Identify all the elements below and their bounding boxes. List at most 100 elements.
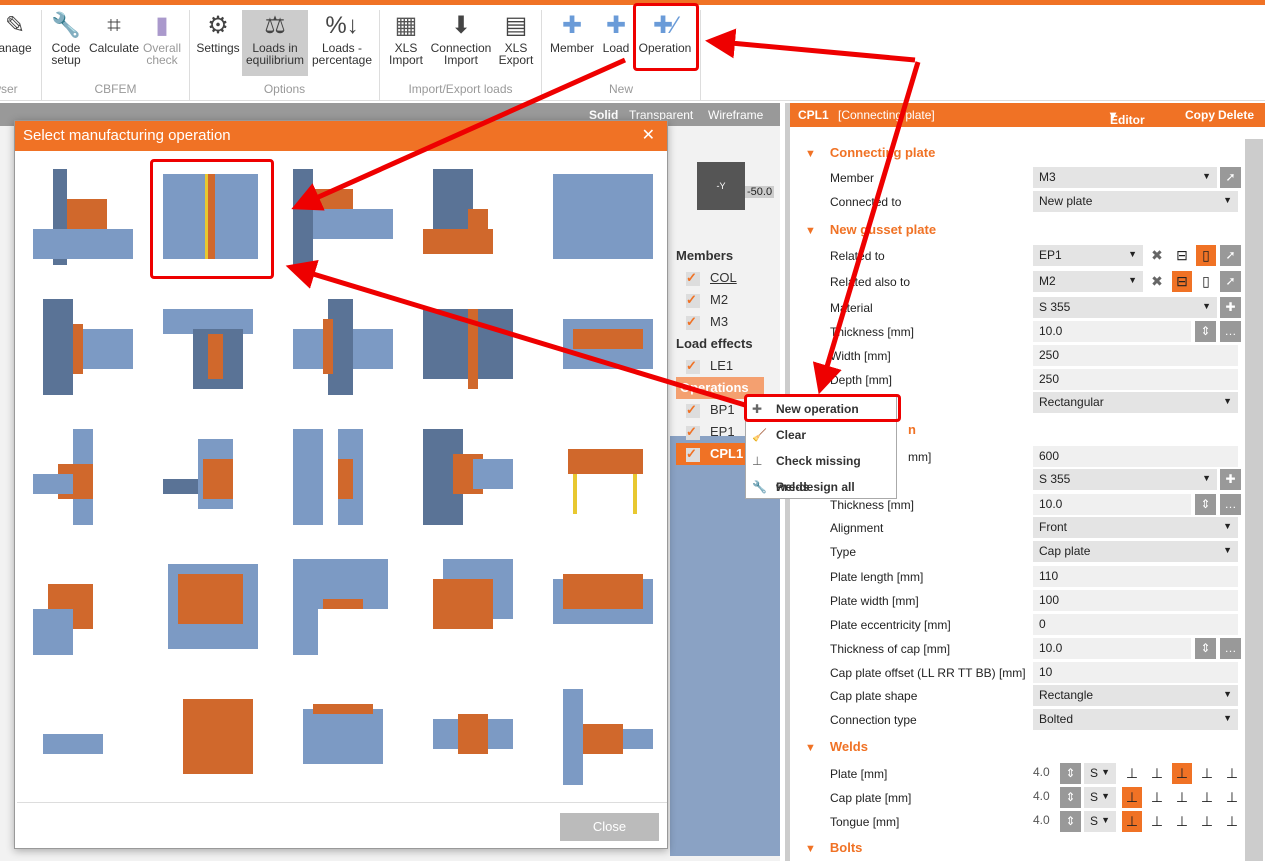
add-material-icon[interactable]: ✚: [1220, 297, 1241, 318]
plate_ecc-field[interactable]: 0: [1033, 614, 1238, 635]
cap_shape-field[interactable]: Rectangle: [1033, 685, 1238, 706]
spinner[interactable]: ⇕: [1195, 494, 1216, 515]
operation-tile[interactable]: [163, 299, 263, 395]
spinner[interactable]: ⇕: [1060, 787, 1081, 808]
connected-field[interactable]: New plate: [1033, 191, 1238, 212]
weld-size[interactable]: 4.0: [1033, 765, 1050, 779]
operation-tile[interactable]: [293, 169, 393, 265]
checkbox[interactable]: ✓: [686, 447, 700, 462]
related_also-field[interactable]: M2: [1033, 271, 1143, 292]
section-connecting[interactable]: ▼ Connecting plate: [805, 145, 935, 160]
face-icon[interactable]: ▯: [1196, 245, 1216, 266]
tree-item-col[interactable]: ✓ COL: [676, 267, 776, 289]
length-field[interactable]: 600: [1033, 446, 1238, 467]
weld-shape-icon[interactable]: ⊥: [1222, 811, 1242, 832]
operation-tile[interactable]: [293, 689, 393, 785]
weld-type-dropdown[interactable]: S: [1084, 763, 1116, 784]
weld-shape-icon[interactable]: ⊥: [1147, 787, 1167, 808]
weld-type-dropdown[interactable]: S: [1084, 811, 1116, 832]
spinner[interactable]: ⇕: [1195, 638, 1216, 659]
tree-item-m3[interactable]: ✓ M3: [676, 311, 776, 333]
operation-tile[interactable]: [423, 429, 523, 525]
operation-tile[interactable]: [33, 429, 133, 525]
weld-shape-icon[interactable]: ⊥: [1197, 763, 1217, 784]
cap_thick-field[interactable]: 10.0: [1033, 638, 1191, 659]
overall-check-button[interactable]: ▮ Overall check: [142, 10, 182, 76]
operation-tile[interactable]: [423, 299, 523, 395]
editor-dropdown[interactable]: Editor ▾: [1110, 108, 1145, 127]
pick-icon[interactable]: ➚: [1220, 245, 1241, 266]
spinner[interactable]: ⇕: [1060, 811, 1081, 832]
operation-tile[interactable]: [423, 559, 523, 655]
xls-export-button[interactable]: ▤ XLS Export: [496, 10, 536, 76]
loads-percentage-button[interactable]: %↓ Loads - percentage: [311, 10, 373, 76]
close-button[interactable]: Close: [560, 813, 659, 841]
operation-tile[interactable]: [163, 559, 263, 655]
view-wireframe[interactable]: Wireframe: [708, 108, 763, 122]
weld-shape-icon[interactable]: ⊥: [1172, 811, 1192, 832]
scrollbar[interactable]: [1245, 139, 1263, 861]
weld-size[interactable]: 4.0: [1033, 789, 1050, 803]
plate_length-field[interactable]: 110: [1033, 566, 1238, 587]
weld-shape-icon[interactable]: ⊥: [1197, 787, 1217, 808]
operation-tile[interactable]: [293, 429, 393, 525]
operation-tile[interactable]: [163, 689, 263, 785]
weld-size[interactable]: 4.0: [1033, 813, 1050, 827]
weld-shape-icon[interactable]: ⊥: [1122, 763, 1142, 784]
checkbox[interactable]: ✓: [686, 403, 700, 418]
spinner[interactable]: ⇕: [1060, 763, 1081, 784]
edge-icon[interactable]: ⊟: [1172, 271, 1192, 292]
weld-shape-icon[interactable]: ⊥: [1172, 787, 1192, 808]
thickness2-field[interactable]: 10.0: [1033, 494, 1191, 515]
section-welds[interactable]: ▼ Welds: [805, 739, 868, 754]
new-member-button[interactable]: ✚ Member: [546, 10, 598, 76]
more-button[interactable]: …: [1220, 494, 1241, 515]
depth-field[interactable]: 250: [1033, 369, 1238, 390]
checkbox[interactable]: ✓: [686, 425, 700, 440]
width-field[interactable]: 250: [1033, 345, 1238, 366]
face-icon[interactable]: ▯: [1196, 271, 1216, 292]
copy-button[interactable]: Copy: [1185, 108, 1215, 122]
weld-shape-icon[interactable]: ⊥: [1147, 811, 1167, 832]
material-field[interactable]: S 355: [1033, 297, 1217, 318]
operation-tile[interactable]: [423, 169, 523, 265]
weld-shape-icon[interactable]: ⊥: [1222, 787, 1242, 808]
checkbox[interactable]: ✓: [686, 359, 700, 374]
tree-item-m2[interactable]: ✓ M2: [676, 289, 776, 311]
operation-tile[interactable]: [163, 429, 263, 525]
tree-item-le1[interactable]: ✓ LE1: [676, 355, 776, 377]
weld-shape-icon[interactable]: ⊥: [1147, 763, 1167, 784]
operation-tile[interactable]: [423, 689, 523, 785]
weld-shape-icon[interactable]: ⊥: [1122, 811, 1142, 832]
section-bolts[interactable]: ▼ Bolts: [805, 840, 862, 855]
edge-icon[interactable]: ⊟: [1172, 245, 1192, 266]
operation-tile[interactable]: [33, 169, 133, 265]
checkbox[interactable]: ✓: [686, 293, 700, 308]
new-load-button[interactable]: ✚ Load: [600, 10, 632, 76]
operation-tile[interactable]: [33, 559, 133, 655]
weld-shape-icon[interactable]: ⊥: [1222, 763, 1242, 784]
view-cube[interactable]: -Y: [697, 162, 745, 210]
more-button[interactable]: …: [1220, 321, 1241, 342]
remove-icon[interactable]: ✖: [1147, 245, 1167, 266]
weld-shape-icon[interactable]: ⊥: [1122, 787, 1142, 808]
close-icon[interactable]: ✕: [642, 125, 655, 145]
operation-tile[interactable]: [553, 299, 653, 395]
code-setup-button[interactable]: 🔧 Code setup: [46, 10, 86, 76]
material2-field[interactable]: S 355: [1033, 469, 1217, 490]
shape-field[interactable]: Rectangular: [1033, 392, 1238, 413]
operation-tile[interactable]: [33, 299, 133, 395]
connection-import-button[interactable]: ⬇ Connection Import: [429, 10, 493, 76]
operation-tile[interactable]: [553, 169, 653, 265]
more-button[interactable]: …: [1220, 638, 1241, 659]
operation-tile[interactable]: [553, 689, 653, 785]
operation-tile[interactable]: [293, 299, 393, 395]
xls-import-button[interactable]: ▦ XLS Import: [386, 10, 426, 76]
loads-in-equilibrium-button[interactable]: ⚖ Loads in equilibrium: [242, 10, 308, 76]
checkbox[interactable]: ✓: [686, 271, 700, 286]
operation-tile[interactable]: [553, 559, 653, 655]
related-field[interactable]: EP1: [1033, 245, 1143, 266]
calculate-button[interactable]: ⌗ Calculate: [88, 10, 140, 76]
alignment-field[interactable]: Front: [1033, 517, 1238, 538]
spinner[interactable]: ⇕: [1195, 321, 1216, 342]
